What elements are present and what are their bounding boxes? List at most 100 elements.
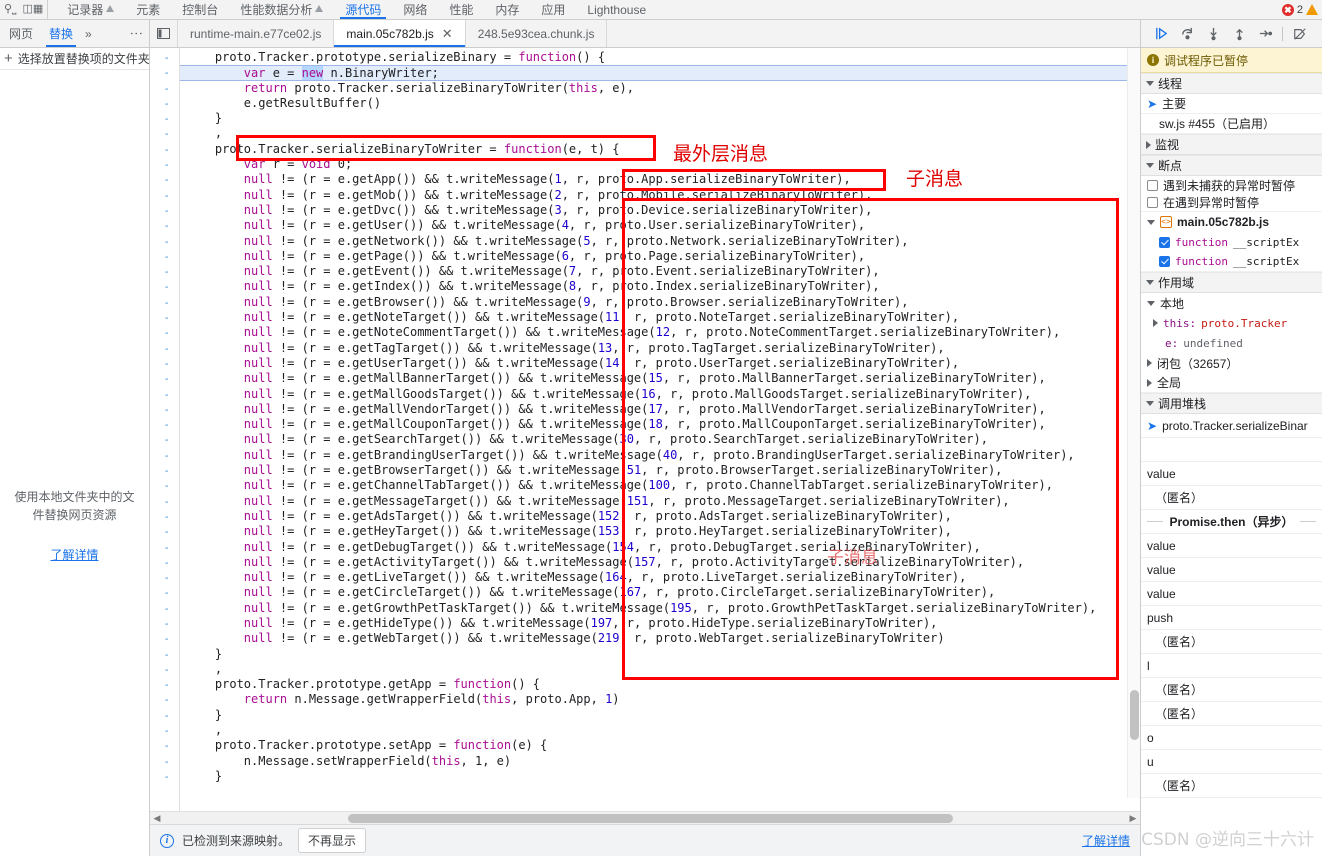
gutter-line[interactable]: -: [150, 524, 179, 539]
code-line[interactable]: null != (r = e.getTagTarget()) && t.writ…: [180, 341, 1140, 356]
code-line[interactable]: null != (r = e.getIndex()) && t.writeMes…: [180, 279, 1140, 294]
navigator-tab-page[interactable]: 网页: [2, 20, 40, 47]
tab-lighthouse[interactable]: Lighthouse: [576, 0, 657, 19]
tab-performance-insights[interactable]: 性能数据分析: [229, 0, 334, 19]
vertical-scrollbar[interactable]: [1127, 48, 1140, 798]
code-line[interactable]: null != (r = e.getDebugTarget()) && t.wr…: [180, 540, 1140, 555]
code-line[interactable]: var e = new n.BinaryWriter;: [180, 65, 1140, 81]
gutter-line[interactable]: -: [150, 585, 179, 600]
code-line[interactable]: }: [180, 769, 1140, 784]
tab-memory[interactable]: 内存: [484, 0, 530, 19]
code-line[interactable]: }: [180, 708, 1140, 723]
call-stack-frame[interactable]: [1141, 438, 1322, 462]
code-line[interactable]: null != (r = e.getNoteCommentTarget()) &…: [180, 325, 1140, 340]
overrides-learn-more-link[interactable]: 了解详情: [14, 546, 135, 564]
code-line[interactable]: null != (r = e.getBrowserTarget()) && t.…: [180, 463, 1140, 478]
code-line[interactable]: return proto.Tracker.serializeBinaryToWr…: [180, 81, 1140, 96]
gutter-line[interactable]: -: [150, 142, 179, 157]
code-line[interactable]: null != (r = e.getMallCouponTarget()) &&…: [180, 417, 1140, 432]
dismiss-sourcemap-button[interactable]: 不再显示: [298, 828, 367, 853]
gutter-line[interactable]: -: [150, 769, 179, 784]
call-stack-frame[interactable]: value: [1141, 558, 1322, 582]
gutter-line[interactable]: -: [150, 677, 179, 692]
select-override-folder-button[interactable]: + 选择放置替换项的文件夹: [0, 48, 149, 70]
call-stack-frame[interactable]: （匿名）: [1141, 630, 1322, 654]
call-stack-frame[interactable]: l: [1141, 654, 1322, 678]
step-out-icon[interactable]: [1227, 23, 1251, 45]
device-toolbar-icon[interactable]: ◫▦: [22, 4, 43, 15]
gutter-line[interactable]: -: [150, 341, 179, 356]
code-line[interactable]: null != (r = e.getWebTarget()) && t.writ…: [180, 631, 1140, 646]
gutter-line[interactable]: -: [150, 631, 179, 646]
code-content[interactable]: proto.Tracker.prototype.serializeBinary …: [180, 48, 1140, 811]
gutter-line[interactable]: -: [150, 494, 179, 509]
code-line[interactable]: proto.Tracker.serializeBinaryToWriter = …: [180, 142, 1140, 157]
code-line[interactable]: null != (r = e.getBrandingUserTarget()) …: [180, 448, 1140, 463]
gutter-line[interactable]: -: [150, 371, 179, 386]
gutter-line[interactable]: -: [150, 540, 179, 555]
checkbox[interactable]: [1159, 236, 1170, 248]
code-line[interactable]: null != (r = e.getNoteTarget()) && t.wri…: [180, 310, 1140, 325]
scope-closure-group[interactable]: 闭包（32657）: [1141, 353, 1322, 373]
editor-tab-runtime-main[interactable]: runtime-main.e77ce02.js: [178, 20, 335, 47]
tab-elements[interactable]: 元素: [125, 0, 171, 19]
close-icon[interactable]: ✕: [442, 27, 453, 40]
code-line[interactable]: null != (r = e.getHideType()) && t.write…: [180, 616, 1140, 631]
call-stack-frame[interactable]: u: [1141, 750, 1322, 774]
gutter-line[interactable]: -: [150, 555, 179, 570]
code-line[interactable]: null != (r = e.getAdsTarget()) && t.writ…: [180, 509, 1140, 524]
code-line[interactable]: null != (r = e.getEvent()) && t.writeMes…: [180, 264, 1140, 279]
gutter-line[interactable]: -: [150, 402, 179, 417]
step-over-icon[interactable]: [1175, 23, 1199, 45]
code-line[interactable]: null != (r = e.getPage()) && t.writeMess…: [180, 249, 1140, 264]
code-line[interactable]: null != (r = e.getApp()) && t.writeMessa…: [180, 172, 1140, 187]
gutter-line[interactable]: -: [150, 448, 179, 463]
call-stack-frame[interactable]: ➤ proto.Tracker.serializeBinar: [1141, 414, 1322, 438]
code-line[interactable]: null != (r = e.getSearchTarget()) && t.w…: [180, 432, 1140, 447]
gutter-line[interactable]: -: [150, 111, 179, 126]
code-line[interactable]: null != (r = e.getMallGoodsTarget()) && …: [180, 387, 1140, 402]
code-line[interactable]: null != (r = e.getMallVendorTarget()) &&…: [180, 402, 1140, 417]
gutter-line[interactable]: -: [150, 50, 179, 65]
tab-recorder[interactable]: 记录器: [56, 0, 125, 19]
gutter-line[interactable]: -: [150, 738, 179, 753]
code-gutter[interactable]: ----------------------------------------…: [150, 48, 180, 811]
section-breakpoints[interactable]: 断点: [1141, 155, 1322, 176]
gutter-line[interactable]: -: [150, 249, 179, 264]
gutter-line[interactable]: -: [150, 754, 179, 769]
navigator-more-tabs-icon[interactable]: »: [82, 27, 95, 41]
gutter-line[interactable]: -: [150, 509, 179, 524]
code-line[interactable]: null != (r = e.getNetwork()) && t.writeM…: [180, 234, 1140, 249]
error-count-badge[interactable]: ✖ 2: [1281, 3, 1303, 16]
section-call-stack[interactable]: 调用堆栈: [1141, 393, 1322, 414]
code-line[interactable]: null != (r = e.getActivityTarget()) && t…: [180, 555, 1140, 570]
checkbox[interactable]: [1147, 179, 1158, 191]
code-line[interactable]: null != (r = e.getDvc()) && t.writeMessa…: [180, 203, 1140, 218]
gutter-line[interactable]: -: [150, 692, 179, 707]
breakpoint-entry[interactable]: function __scriptEx: [1141, 232, 1322, 252]
tab-application[interactable]: 应用: [530, 0, 576, 19]
scope-variable-this[interactable]: this: proto.Tracker: [1141, 313, 1322, 333]
gutter-line[interactable]: -: [150, 310, 179, 325]
gutter-line[interactable]: -: [150, 295, 179, 310]
thread-item-main[interactable]: ➤ 主要: [1141, 94, 1322, 114]
code-line[interactable]: ,: [180, 126, 1140, 141]
code-line[interactable]: null != (r = e.getMob()) && t.writeMessa…: [180, 188, 1140, 203]
checkbox[interactable]: [1159, 256, 1170, 267]
code-line[interactable]: ,: [180, 723, 1140, 738]
code-line[interactable]: null != (r = e.getHeyTarget()) && t.writ…: [180, 524, 1140, 539]
code-line[interactable]: null != (r = e.getMallBannerTarget()) &&…: [180, 371, 1140, 386]
breakpoint-file-row[interactable]: <> main.05c782b.js: [1141, 212, 1322, 232]
gutter-line[interactable]: -: [150, 616, 179, 631]
code-viewport[interactable]: ----------------------------------------…: [150, 48, 1140, 811]
code-line[interactable]: proto.Tracker.prototype.setApp = functio…: [180, 738, 1140, 753]
thread-item-sw[interactable]: sw.js #455（已启用）: [1141, 114, 1322, 134]
gutter-line[interactable]: -: [150, 188, 179, 203]
gutter-line[interactable]: -: [150, 172, 179, 187]
gutter-line[interactable]: -: [150, 601, 179, 616]
code-line[interactable]: null != (r = e.getUser()) && t.writeMess…: [180, 218, 1140, 233]
gutter-line[interactable]: -: [150, 387, 179, 402]
scroll-left-icon[interactable]: ◀: [150, 813, 164, 824]
call-stack-frame[interactable]: （匿名）: [1141, 702, 1322, 726]
code-line[interactable]: null != (r = e.getUserTarget()) && t.wri…: [180, 356, 1140, 371]
